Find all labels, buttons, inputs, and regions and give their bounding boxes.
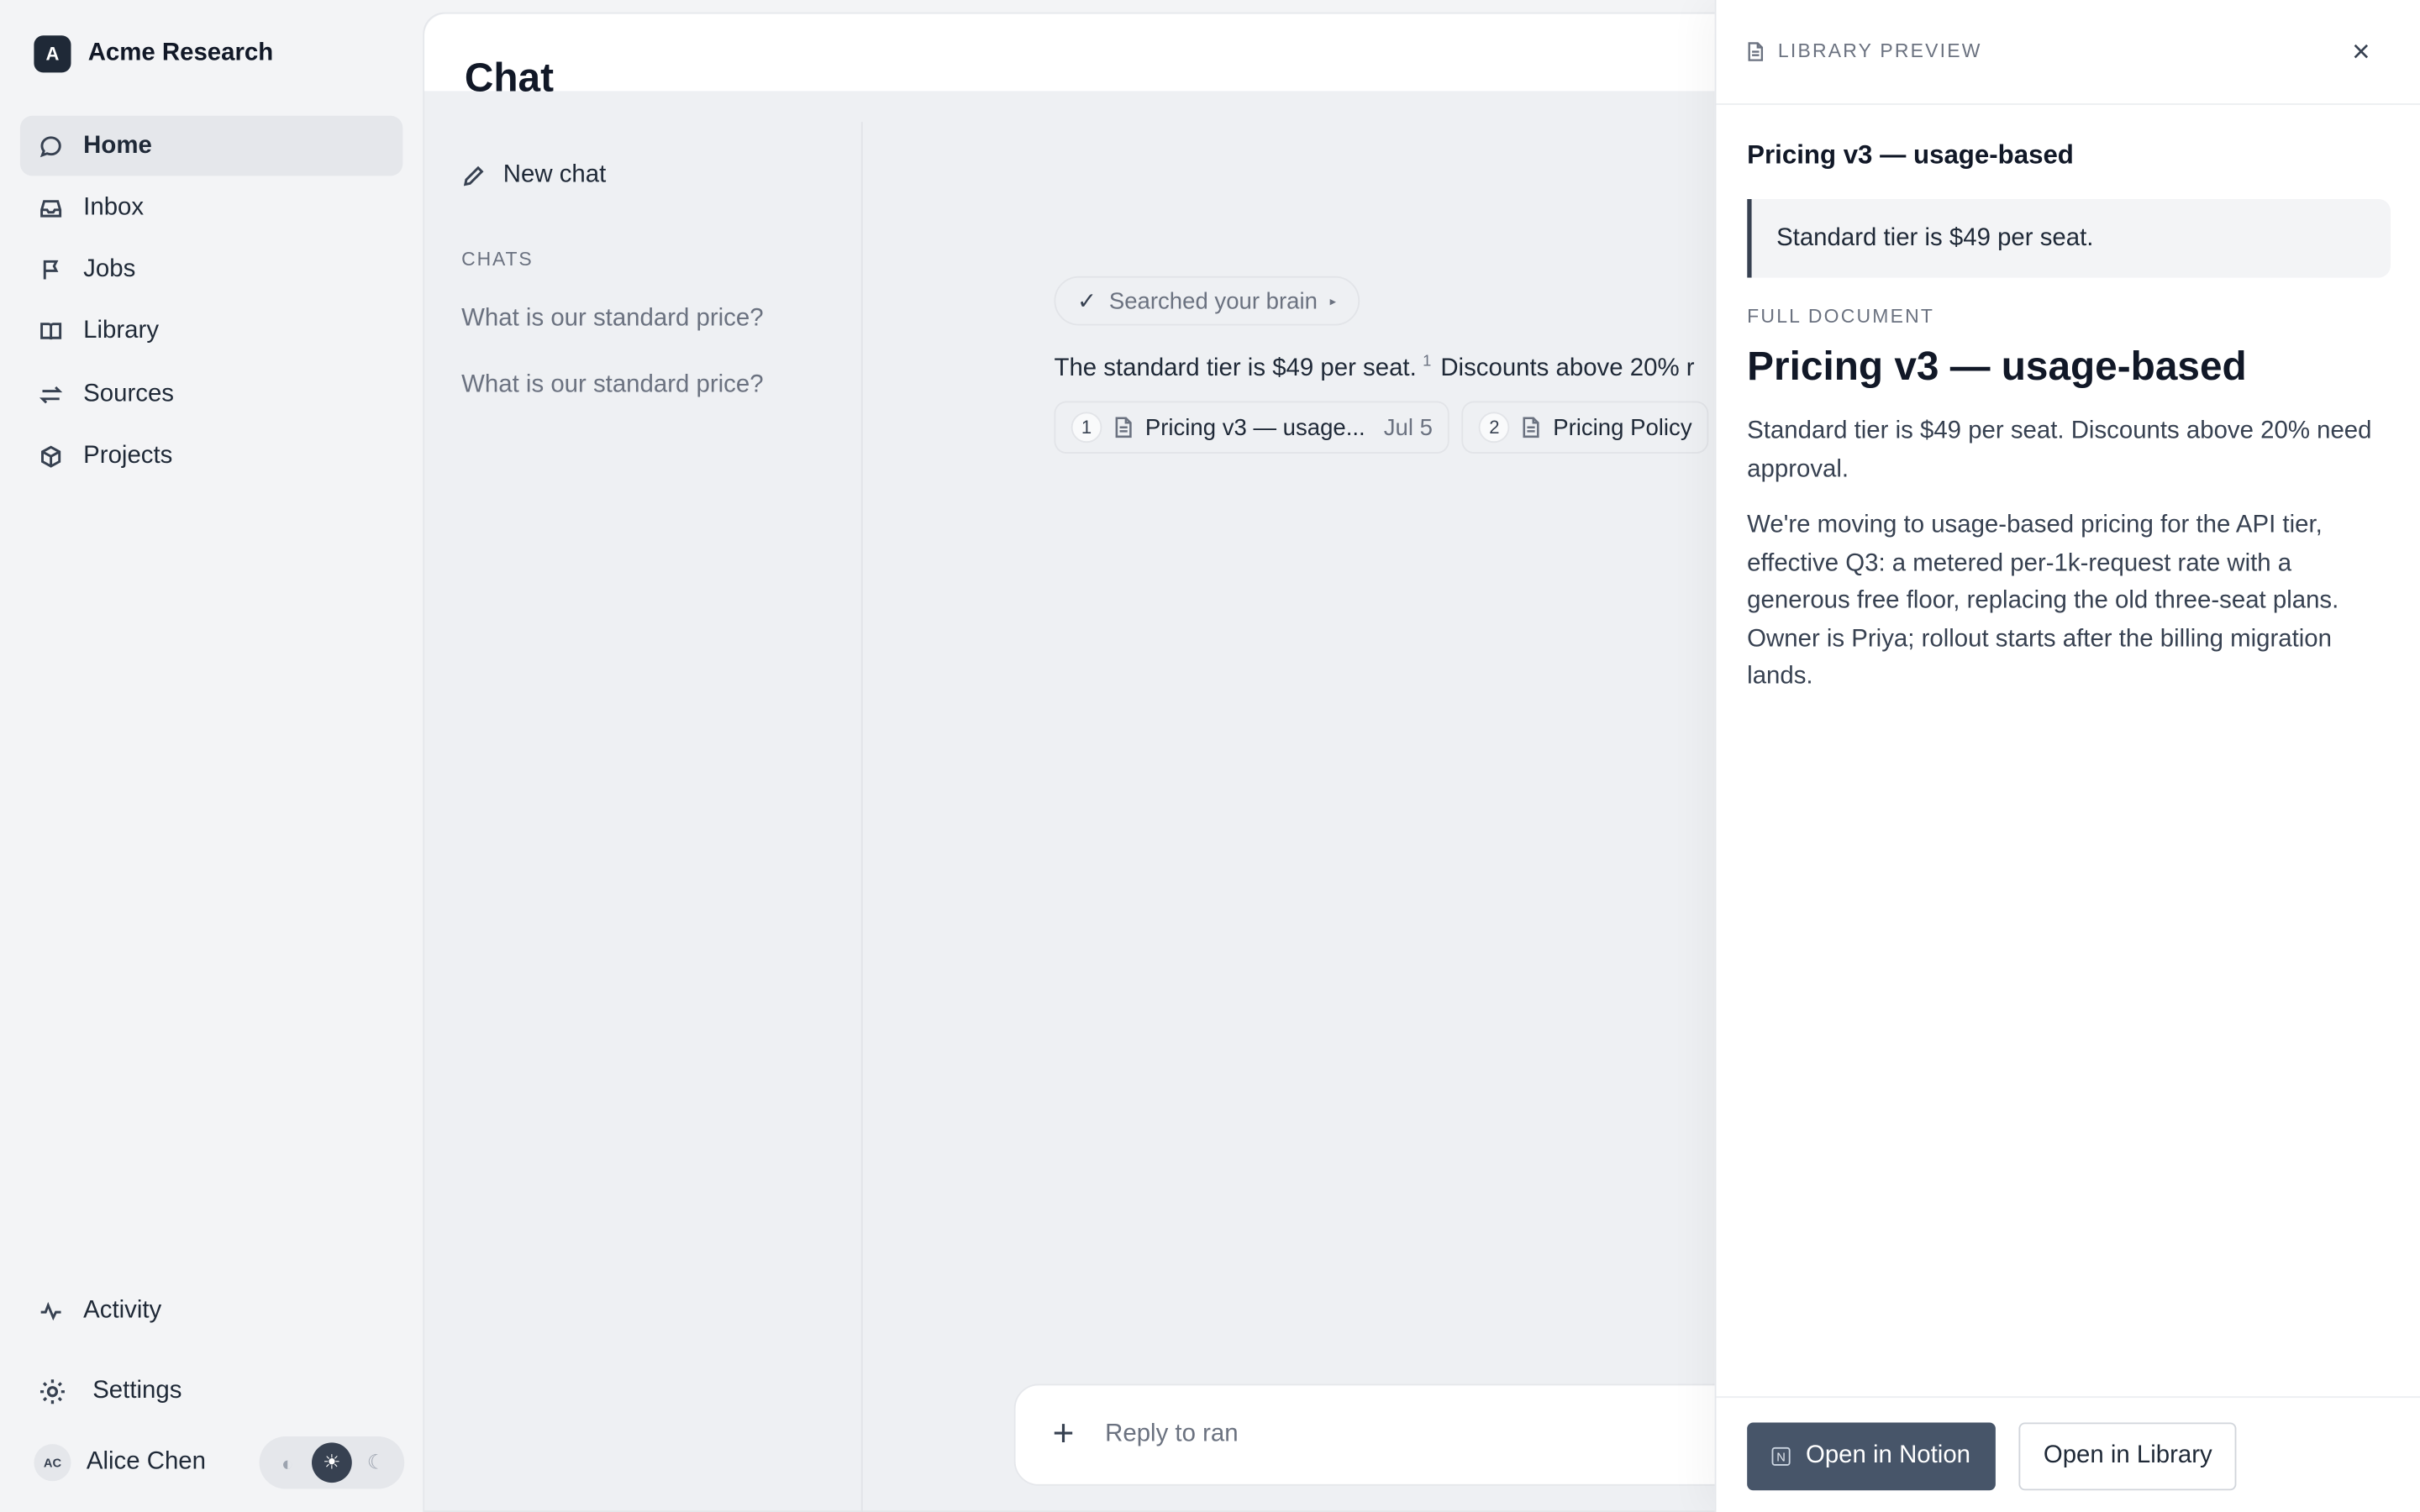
chat-bubble-icon	[39, 135, 61, 157]
arrows-icon	[39, 386, 63, 403]
citation-number: 2	[1479, 412, 1510, 444]
nav-item-inbox[interactable]: Inbox	[20, 178, 403, 239]
nav-item-jobs[interactable]: Jobs	[20, 240, 403, 301]
chat-history-item[interactable]: What is our standard price?	[461, 306, 763, 333]
document-title: Pricing v3 — usage-based	[1747, 140, 2074, 171]
searched-brain-chip[interactable]: ✓ Searched your brain ▸	[1054, 276, 1360, 326]
chat-header: Chat	[424, 13, 1721, 100]
workspace-logo: A	[34, 35, 71, 73]
full-document-title: Pricing v3 — usage-based	[1747, 342, 2247, 389]
assistant-answer: The standard tier is $49 per seat. 1 Disco…	[1054, 354, 1733, 384]
gear-icon	[39, 1378, 65, 1404]
citation-title: Pricing v3 — usage...	[1144, 414, 1365, 441]
theme-toggle: ◐ ☀ ☾	[259, 1436, 405, 1489]
open-in-library-button[interactable]: Open in Library	[2018, 1422, 2238, 1491]
citation-marker[interactable]: 1	[1423, 354, 1431, 370]
citation-list: 1 Pricing v3 — usage... Jul 5 2 Pricing …	[1054, 402, 1733, 454]
cited-quote: Standard tier is $49 per seat.	[1747, 198, 2391, 278]
nav-item-settings[interactable]: Settings	[20, 1361, 403, 1421]
flag-icon	[43, 260, 59, 280]
sidebar-bottom-nav: Activity Settings	[20, 1280, 403, 1441]
nav-label: Activity	[83, 1296, 162, 1323]
moon-theme-icon[interactable]: ☾	[356, 1442, 397, 1483]
open-in-notion-label: Open in Notion	[1805, 1442, 1971, 1469]
nav-item-sources[interactable]: Sources	[20, 365, 403, 425]
drawer-footer: N Open in Notion Open in Library	[1716, 1396, 2420, 1512]
document-paragraph: Standard tier is $49 per seat. Discounts…	[1747, 417, 2372, 482]
drawer-kicker: LIBRARY PREVIEW	[1747, 39, 1982, 62]
message-composer: +	[1013, 1383, 1817, 1486]
nav-label: Projects	[83, 443, 173, 470]
nav-item-home[interactable]: Home	[19, 115, 403, 176]
citation-date: Jul 5	[1383, 414, 1433, 441]
pencil-icon	[463, 165, 484, 186]
book-icon	[40, 323, 62, 340]
nav-item-library[interactable]: Library	[20, 302, 403, 363]
nav-item-projects[interactable]: Projects	[20, 427, 403, 487]
user-name: Alice Chen	[86, 1448, 206, 1475]
nav-item-activity[interactable]: Activity	[20, 1280, 403, 1341]
nav-label: Inbox	[83, 194, 145, 221]
check-icon: ✓	[1077, 288, 1097, 315]
avatar: AC	[34, 1444, 71, 1482]
nav-label: Sources	[83, 381, 175, 407]
document-paragraph: We're moving to usage-based pricing for …	[1747, 512, 2339, 690]
library-preview-drawer: LIBRARY PREVIEW × Pricing v3 — usage-bas…	[1714, 0, 2420, 1512]
citation-title: Pricing Policy	[1553, 414, 1692, 441]
nav-label: Library	[83, 318, 160, 345]
workspace-brand[interactable]: A Acme Research	[34, 35, 274, 73]
left-sidebar: A Acme Research Home Inbox Jobs Library	[0, 0, 424, 1512]
pulse-icon	[40, 1300, 61, 1320]
chat-history-panel: New chat CHATS What is our standard pric…	[424, 122, 863, 1512]
notion-icon: N	[1771, 1446, 1791, 1466]
document-icon	[1748, 41, 1764, 60]
contrast-theme-icon[interactable]: ◐	[267, 1442, 308, 1483]
nav-label: Settings	[92, 1377, 182, 1404]
new-chat-label: New chat	[502, 161, 607, 189]
drawer-kicker-label: LIBRARY PREVIEW	[1777, 39, 1982, 62]
nav-label: Jobs	[83, 256, 136, 283]
searched-label: Searched your brain	[1108, 287, 1318, 314]
answer-text: The standard tier is $49 per seat.	[1054, 355, 1417, 382]
full-document-label: FULL DOCUMENT	[1747, 305, 1935, 328]
page-title: Chat	[464, 54, 554, 101]
plus-icon[interactable]: +	[1053, 1413, 1075, 1456]
sun-theme-icon[interactable]: ☀	[311, 1442, 352, 1483]
drawer-header: LIBRARY PREVIEW ×	[1716, 0, 2420, 105]
answer-text: Discounts above 20% r	[1440, 355, 1695, 382]
citation-chip[interactable]: 1 Pricing v3 — usage... Jul 5	[1054, 402, 1450, 454]
conversation: ✓ Searched your brain ▸ The standard tie…	[1054, 276, 1733, 454]
citation-number: 1	[1071, 412, 1102, 444]
citation-chip[interactable]: 2 Pricing Policy	[1461, 402, 1709, 454]
inbox-icon	[40, 199, 62, 218]
workspace-name: Acme Research	[87, 39, 274, 66]
document-body: Standard tier is $49 per seat. Discounts…	[1747, 413, 2395, 715]
document-icon	[1523, 417, 1540, 438]
chats-heading: CHATS	[461, 248, 534, 270]
caret-right-icon: ▸	[1329, 293, 1337, 308]
new-chat-button[interactable]: New chat	[461, 162, 606, 190]
nav-label: Home	[83, 132, 152, 159]
primary-nav: Home Inbox Jobs Library Sources Projects	[19, 115, 403, 489]
chat-history-item[interactable]: What is our standard price?	[461, 372, 763, 400]
document-icon	[1115, 417, 1132, 438]
cube-icon	[41, 445, 61, 468]
reply-input[interactable]	[1105, 1420, 1661, 1449]
user-profile[interactable]: AC Alice Chen ◐ ☀ ☾	[34, 1436, 405, 1489]
open-in-notion-button[interactable]: N Open in Notion	[1747, 1422, 1996, 1491]
close-icon[interactable]: ×	[2352, 37, 2370, 68]
